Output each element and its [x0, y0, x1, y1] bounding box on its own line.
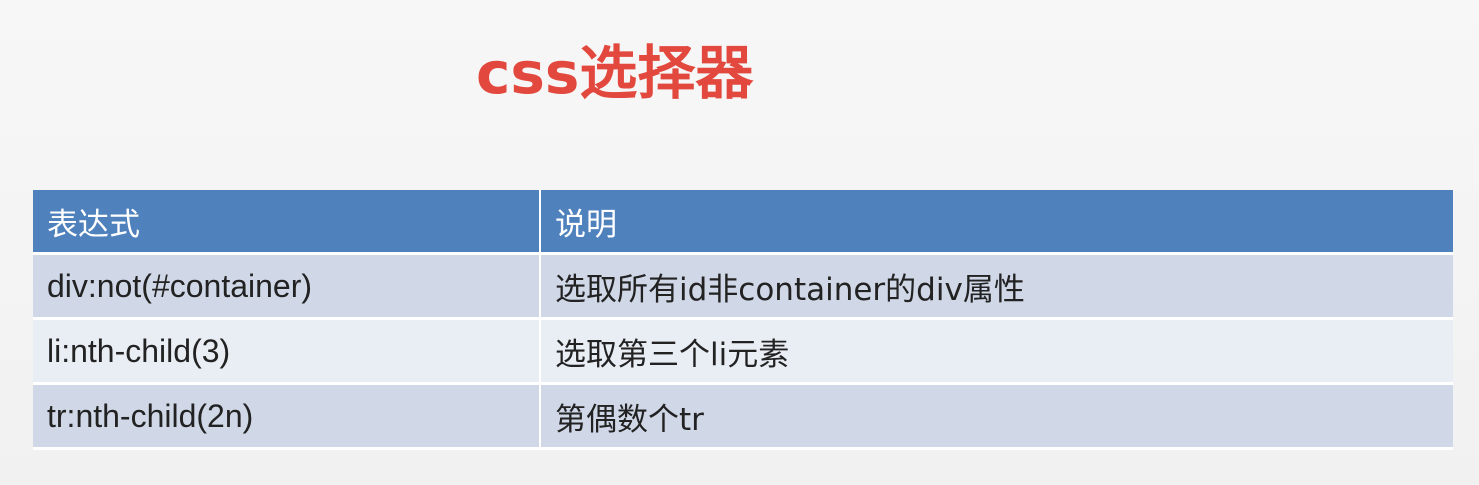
table-row: tr:nth-child(2n) 第偶数个tr	[33, 383, 1453, 450]
expression-cell: div:not(#container)	[33, 253, 541, 320]
column-header-expression: 表达式	[33, 190, 541, 255]
description-cell: 第偶数个tr	[540, 383, 1453, 450]
slide-title: css选择器	[476, 39, 754, 107]
expression-cell: tr:nth-child(2n)	[33, 383, 541, 450]
slide: css选择器 表达式 说明 div:not(#container) 选取所有id…	[0, 0, 1479, 485]
column-header-description: 说明	[540, 190, 1453, 255]
description-cell: 选取第三个li元素	[540, 318, 1453, 385]
expression-cell: li:nth-child(3)	[33, 318, 541, 385]
table-row: li:nth-child(3) 选取第三个li元素	[33, 318, 1453, 385]
table-header-row: 表达式 说明	[33, 190, 1453, 255]
selector-table: 表达式 说明 div:not(#container) 选取所有id非contai…	[33, 190, 1453, 450]
table-row: div:not(#container) 选取所有id非container的div…	[33, 253, 1453, 320]
description-cell: 选取所有id非container的div属性	[540, 253, 1453, 320]
